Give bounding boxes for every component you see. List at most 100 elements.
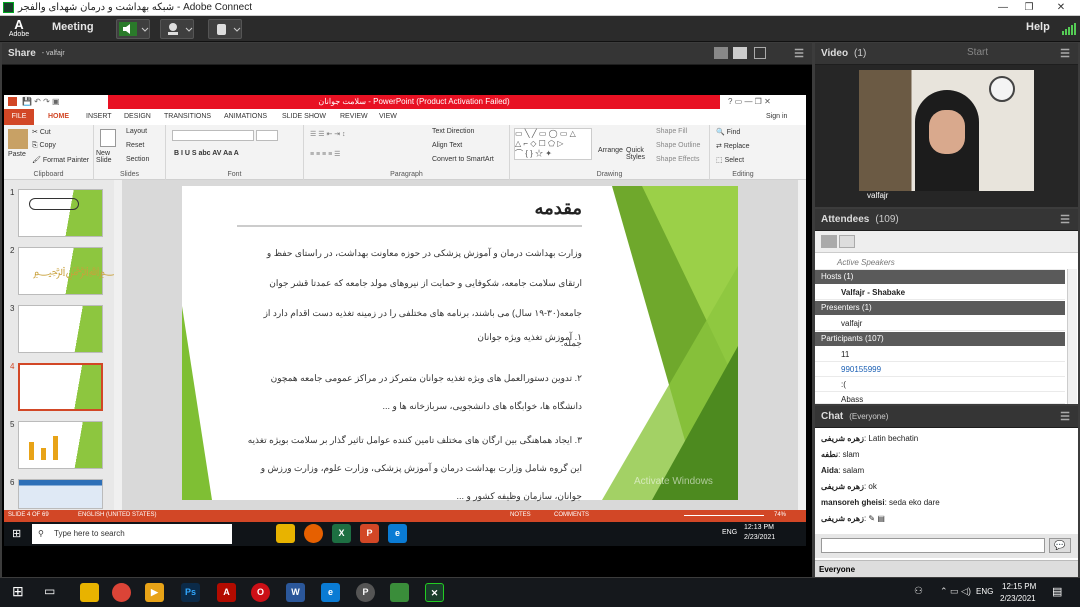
windows-start-icon[interactable]: ⊞ [12, 527, 21, 540]
status-view-icon[interactable] [839, 235, 855, 248]
reset-button[interactable]: Reset [126, 142, 144, 149]
tab-file[interactable]: FILE [4, 109, 34, 125]
media-player-icon[interactable]: ▶ [145, 583, 164, 602]
network-app-icon[interactable] [390, 583, 409, 602]
align-icons[interactable]: ≡ ≡ ≡ ≡ ☰ [310, 150, 340, 158]
photoshop-icon[interactable]: Ps [181, 583, 200, 602]
shape-effects-button[interactable]: Shape Effects [656, 156, 699, 163]
slide-thumb-5[interactable] [18, 421, 103, 469]
section-button[interactable]: Section [126, 156, 149, 163]
list-item[interactable]: 990155999 [815, 362, 1065, 377]
language-status[interactable]: ENGLISH (UNITED STATES) [78, 512, 156, 518]
presenters-section[interactable]: Presenters (1) [815, 301, 1065, 315]
paste-icon[interactable] [8, 129, 28, 149]
chat-recipient-tab[interactable]: Everyone [819, 565, 855, 574]
cut-button[interactable]: ✂ Cut [32, 128, 51, 136]
font-size-input[interactable] [256, 130, 278, 141]
notification-icon[interactable]: ▤ [1052, 585, 1062, 598]
smartart-button[interactable]: Convert to SmartArt [432, 156, 494, 163]
sign-in-link[interactable]: Sign in [766, 113, 787, 120]
explorer-icon[interactable] [80, 583, 99, 602]
font-name-input[interactable] [172, 130, 254, 141]
attendees-menu-icon[interactable]: ☰ [1060, 213, 1070, 226]
text-direction-button[interactable]: Text Direction [432, 128, 474, 135]
chrome-icon[interactable] [112, 583, 131, 602]
list-item[interactable]: valfajr [815, 316, 1065, 331]
arrange-button[interactable]: Arrange [598, 147, 623, 154]
opera-icon[interactable]: O [251, 583, 270, 602]
search-box[interactable]: ⚲ Type here to search [32, 524, 232, 544]
task-view-icon[interactable]: ▭ [44, 584, 55, 598]
slide-thumb-6[interactable] [18, 479, 103, 509]
slide-thumb-2[interactable]: ﷽ [18, 247, 125, 295]
slide-thumb-1[interactable] [18, 189, 103, 237]
fullscreen-icon[interactable] [754, 47, 766, 59]
list-view-icon[interactable] [821, 235, 837, 248]
send-message-icon[interactable]: 💬 [1049, 538, 1071, 553]
camera-button[interactable] [160, 19, 194, 39]
tab-animations[interactable]: ANIMATIONS [224, 113, 267, 120]
tab-review[interactable]: REVIEW [340, 113, 368, 120]
excel-icon[interactable]: X [332, 524, 351, 543]
shape-fill-button[interactable]: Shape Fill [656, 128, 687, 135]
window-controls[interactable]: ? ▭ — ❐ ✕ [728, 97, 771, 106]
powerpoint-icon[interactable]: P [360, 524, 379, 543]
list-icons[interactable]: ☰ ☰ ⇤ ⇥ ↕ [310, 130, 346, 138]
copy-button[interactable]: ⎘ Copy [32, 142, 56, 150]
adobe-connect-icon[interactable]: ✕ [425, 583, 444, 602]
explorer-icon[interactable] [276, 524, 295, 543]
attendee-scrollbar[interactable] [1067, 269, 1077, 404]
hosts-section[interactable]: Hosts (1) [815, 270, 1065, 284]
ie-icon[interactable]: e [321, 583, 340, 602]
pod-menu-icon[interactable]: ☰ [794, 47, 804, 60]
video-menu-icon[interactable]: ☰ [1060, 47, 1070, 60]
word-icon[interactable]: W [286, 583, 305, 602]
layout-button[interactable]: Layout [126, 128, 147, 135]
os-lang[interactable]: ENG [976, 587, 993, 596]
tab-slide-show[interactable]: SLIDE SHOW [282, 113, 326, 120]
new-slide-icon[interactable] [100, 129, 116, 147]
find-button[interactable]: 🔍 Find [716, 128, 740, 136]
meeting-menu[interactable]: Meeting [52, 21, 94, 33]
select-button[interactable]: ⬚ Select [716, 156, 744, 164]
tab-home[interactable]: HOME [48, 113, 69, 120]
tab-insert[interactable]: INSERT [86, 113, 112, 120]
thumb-scrollbar[interactable] [114, 180, 122, 510]
participants-section[interactable]: Participants (107) [815, 332, 1065, 346]
people-icon[interactable]: ⚇ [914, 586, 923, 597]
speaker-button[interactable] [116, 19, 150, 39]
bold-button[interactable]: B I U S abc AV Aa A [174, 150, 239, 157]
chat-input[interactable] [821, 538, 1045, 553]
tab-view[interactable]: VIEW [379, 113, 397, 120]
quick-styles-button[interactable]: Quick Styles [626, 147, 648, 161]
shape-outline-button[interactable]: Shape Outline [656, 142, 700, 149]
raise-hand-button[interactable] [208, 19, 242, 39]
tab-design[interactable]: DESIGN [124, 113, 151, 120]
format-painter-button[interactable]: 🖌 Format Painter [32, 156, 89, 164]
edit-scrollbar[interactable] [798, 180, 806, 510]
zoom-level[interactable]: 74% [774, 512, 786, 518]
comments-button[interactable]: COMMENTS [554, 512, 589, 518]
tab-transitions[interactable]: TRANSITIONS [164, 113, 211, 120]
list-item[interactable]: Valfajr - Shabake [815, 285, 1065, 300]
align-text-button[interactable]: Align Text [432, 142, 462, 149]
list-item[interactable]: :( [815, 377, 1065, 392]
edge-icon[interactable]: e [388, 524, 407, 543]
close-button[interactable]: ✕ [1046, 0, 1076, 16]
slide-thumb-4[interactable] [18, 363, 103, 411]
windows-start-icon[interactable]: ⊞ [12, 583, 24, 600]
quick-access-icon[interactable]: 💾 ↶ ↷ ▣ [22, 97, 60, 106]
zoom-slider[interactable] [684, 515, 764, 516]
start-video-button[interactable]: Start [967, 47, 988, 58]
slide-thumb-3[interactable] [18, 305, 103, 353]
list-item[interactable]: Abass [815, 392, 1065, 404]
tray-icons[interactable]: ⌃ ▭ ◁) [940, 586, 971, 597]
shapes-gallery[interactable]: ▭ ╲ ╱ ▭ ◯ ▭ △ △ ⌐ ◇ ☐ ⬠ ▷ ⌒ { } ☆ ✦ [514, 128, 592, 160]
notes-button[interactable]: NOTES [510, 512, 531, 518]
inner-lang[interactable]: ENG [722, 529, 737, 536]
maximize-button[interactable]: ❐ [1014, 0, 1044, 16]
app-icon[interactable]: P [356, 583, 375, 602]
chat-menu-icon[interactable]: ☰ [1060, 410, 1070, 423]
list-item[interactable]: 11 [815, 347, 1065, 362]
new-slide-button[interactable]: New Slide [96, 150, 120, 164]
